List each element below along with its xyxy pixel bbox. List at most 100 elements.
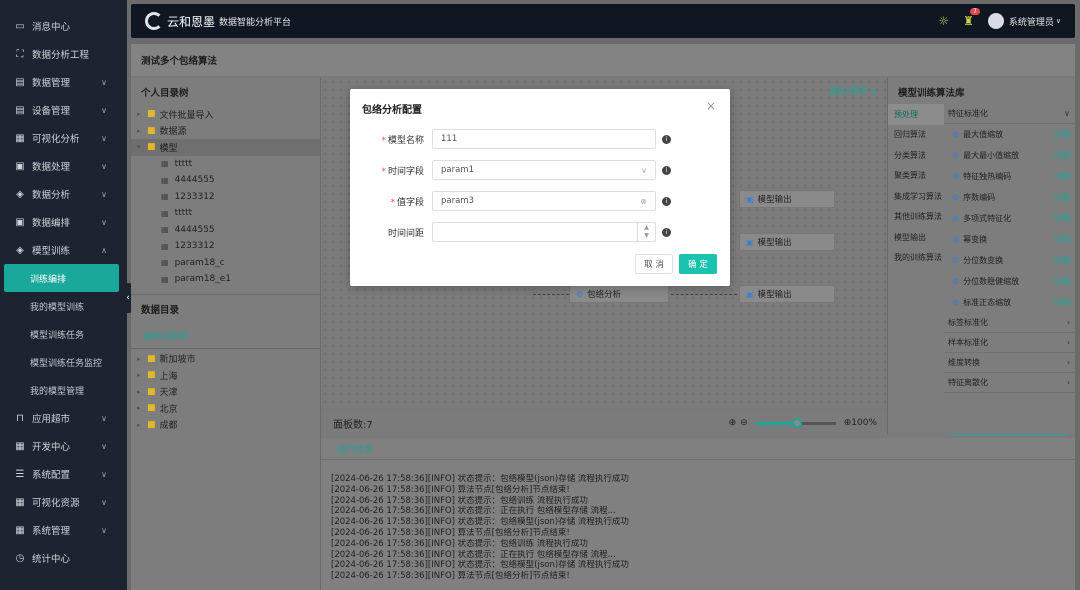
sidebar-item-2[interactable]: ▤ 数据管理 ∨	[0, 68, 127, 96]
tree-item[interactable]: ▦ 1233312	[131, 238, 320, 255]
algorithm-group[interactable]: 特征离散化 ›	[944, 373, 1076, 393]
algorithm-group[interactable]: 维度转换 ›	[944, 353, 1076, 373]
sidebar-subitem-1[interactable]: 我的模型训练	[0, 292, 127, 320]
node-envelope-analysis[interactable]: ⚙ 包络分析	[569, 285, 669, 303]
tree-item[interactable]: ▦ ttttt	[131, 156, 320, 173]
caret-right-icon[interactable]: ▸	[137, 388, 147, 396]
detail-link[interactable]: 详情	[1054, 129, 1070, 140]
algorithm-category[interactable]: 我的训练算法	[888, 248, 944, 269]
notification-icon[interactable]: ♜ 7	[963, 8, 980, 28]
algorithm-item[interactable]: ⚙ 多项式特征化 详情	[944, 208, 1076, 229]
sidebar-subitem-3[interactable]: 模型训练任务监控	[0, 348, 127, 376]
clear-icon[interactable]: ⊗	[640, 197, 647, 206]
algorithm-category[interactable]: 聚类算法	[888, 166, 944, 187]
decrement-icon[interactable]: ▼	[644, 232, 649, 240]
value-field-select[interactable]: param3 ⊗	[432, 191, 656, 211]
sidebar-item-5[interactable]: ▣ 数据处理 ∨	[0, 152, 127, 180]
tab-index-tree[interactable]: 指标目录树	[131, 323, 320, 349]
algorithm-category[interactable]: 集成学习算法	[888, 186, 944, 207]
sidebar-item-4[interactable]: ▦ 可视化分析 ∨	[0, 124, 127, 152]
tree-item[interactable]: ▦ 1233312	[131, 189, 320, 206]
algorithm-item[interactable]: ⚙ 特征独热编码 详情	[944, 166, 1076, 187]
detail-link[interactable]: 详情	[1054, 213, 1070, 224]
zoom-out-icon[interactable]: ⊖	[740, 418, 748, 428]
data-tree-item[interactable]: ▸ ■ 新加坡市	[131, 351, 320, 368]
algorithm-item[interactable]: ⚙ 序数编码 详情	[944, 187, 1076, 208]
sidebar-item-lower-3[interactable]: ▦ 可视化资源 ∨	[0, 488, 127, 516]
sidebar-item-lower-4[interactable]: ▦ 系统管理 ∨	[0, 516, 127, 544]
time-field-select[interactable]: param1 ∨	[432, 160, 656, 180]
caret-right-icon[interactable]: ▸	[137, 110, 147, 118]
detail-link[interactable]: 详情	[1054, 255, 1070, 266]
algorithm-group[interactable]: 标签标准化 ›	[944, 313, 1076, 333]
detail-link[interactable]: 详情	[1054, 234, 1070, 245]
algorithm-item[interactable]: ⚙ 幂变换 详情	[944, 229, 1076, 250]
tree-item[interactable]: ▦ 4444555	[131, 222, 320, 239]
sidebar-item-lower-0[interactable]: ⊓ 应用超市 ∨	[0, 404, 127, 432]
time-interval-stepper[interactable]: ▲ ▼	[432, 222, 656, 242]
algorithm-category[interactable]: 分类算法	[888, 145, 944, 166]
tree-item[interactable]: ▦ param18_c	[131, 255, 320, 272]
increment-icon[interactable]: ▲	[644, 224, 649, 232]
algorithm-group[interactable]: 样本标准化 ›	[944, 333, 1076, 353]
info-icon[interactable]: i	[662, 134, 671, 144]
confirm-button[interactable]: 确 定	[679, 254, 717, 274]
caret-down-icon[interactable]: ▾	[137, 143, 147, 151]
cancel-button[interactable]: 取 消	[635, 254, 673, 274]
caret-right-icon[interactable]: ▸	[137, 371, 147, 379]
info-icon[interactable]: i	[662, 227, 671, 237]
chevron-down-icon[interactable]: ∨	[1056, 17, 1061, 25]
sidebar-item-8[interactable]: ◈ 模型训练 ∧	[0, 236, 127, 264]
data-tree-item[interactable]: ▸ ■ 北京	[131, 400, 320, 417]
caret-right-icon[interactable]: ▸	[137, 421, 147, 429]
data-tree-item[interactable]: ▸ ■ 成都	[131, 417, 320, 434]
tree-item[interactable]: ▦ 4444555	[131, 172, 320, 189]
sidebar-item-0[interactable]: ▭ 消息中心	[0, 12, 127, 40]
algorithm-category[interactable]: 模型输出	[888, 227, 944, 248]
sidebar-item-3[interactable]: ▤ 设备管理 ∨	[0, 96, 127, 124]
algorithm-item[interactable]: ⚙ 最大值缩放 详情	[944, 124, 1076, 145]
sidebar-item-6[interactable]: ◈ 数据分析 ∨	[0, 180, 127, 208]
algorithm-category[interactable]: 预处理	[888, 104, 944, 125]
fit-icon[interactable]: ⊕	[844, 418, 852, 428]
sidebar-subitem-2[interactable]: 模型训练任务	[0, 320, 127, 348]
caret-right-icon[interactable]: ▸	[137, 404, 147, 412]
sidebar-item-lower-1[interactable]: ▦ 开发中心 ∨	[0, 432, 127, 460]
detail-link[interactable]: 详情	[1054, 192, 1070, 203]
sidebar-item-7[interactable]: ▣ 数据编排 ∨	[0, 208, 127, 236]
data-tree-item[interactable]: ▸ ■ 上海	[131, 367, 320, 384]
sidebar-subitem-0[interactable]: 训练编排	[4, 264, 119, 292]
zoom-slider[interactable]	[755, 417, 836, 428]
close-icon[interactable]: ×	[706, 99, 716, 113]
caret-right-icon[interactable]: ▸	[137, 355, 147, 363]
avatar[interactable]	[987, 13, 1004, 29]
algorithm-category[interactable]: 其他训练算法	[888, 207, 944, 228]
tree-item[interactable]: ▦ ttttt	[131, 205, 320, 222]
user-name[interactable]: 系统管理员	[1009, 15, 1054, 28]
model-name-input[interactable]: 111	[432, 129, 656, 149]
info-icon[interactable]: i	[662, 165, 671, 175]
logo[interactable]: 云和恩墨 数据智能分析平台	[145, 12, 291, 30]
algorithm-item[interactable]: ⚙ 分位数稳健缩放 详情	[944, 271, 1076, 292]
tree-item[interactable]: ▸ ■ 数据源	[131, 123, 320, 140]
node-model-output-3[interactable]: ▣ 模型输出	[739, 285, 835, 303]
algorithm-item[interactable]: ⚙ 标准正态缩放 详情	[944, 292, 1076, 313]
info-icon[interactable]: i	[662, 196, 671, 206]
sidebar-item-lower-5[interactable]: ◷ 统计中心	[0, 544, 127, 572]
sidebar-item-lower-2[interactable]: ☰ 系统配置 ∨	[0, 460, 127, 488]
algorithm-category[interactable]: 回归算法	[888, 125, 944, 146]
node-model-output-2[interactable]: ▣ 模型输出	[739, 233, 835, 251]
sidebar-subitem-4[interactable]: 我的模型管理	[0, 376, 127, 404]
tree-item[interactable]: ▦ param18_e1	[131, 271, 320, 288]
algorithm-item[interactable]: ⚙ 最大最小值缩放 详情	[944, 145, 1076, 166]
caret-right-icon[interactable]: ▸	[137, 127, 147, 135]
tab-run-info[interactable]: 运行信息	[321, 438, 1075, 460]
data-tree-item[interactable]: ▸ ■ 天津	[131, 384, 320, 401]
zoom-in-icon[interactable]: ⊕	[729, 418, 737, 428]
sidebar-item-1[interactable]: ⛶ 数据分析工程	[0, 40, 127, 68]
algorithm-group-open[interactable]: 特征标准化 ∨	[944, 104, 1076, 124]
detail-link[interactable]: 详情	[1054, 150, 1070, 161]
zoom-slider-handle[interactable]	[791, 417, 802, 428]
detail-link[interactable]: 详情	[1054, 171, 1070, 182]
algorithm-item[interactable]: ⚙ 分位数变换 详情	[944, 250, 1076, 271]
